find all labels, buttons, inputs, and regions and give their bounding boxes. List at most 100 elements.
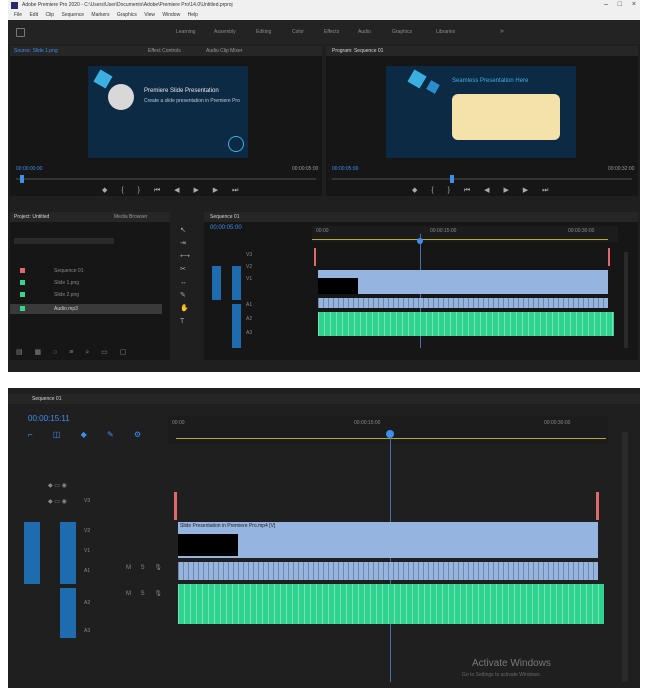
track-label: V3 (246, 252, 253, 258)
menu-window[interactable]: Window (162, 12, 180, 18)
menu-clip[interactable]: Clip (45, 12, 54, 18)
video-clip-v1[interactable] (178, 562, 598, 580)
source-scrubber[interactable] (16, 178, 316, 180)
activate-windows-title: Activate Windows (472, 658, 551, 669)
video-clip-v1[interactable] (318, 298, 608, 308)
project-search-input[interactable] (14, 238, 114, 244)
zoom-vertical-scrollbar[interactable] (622, 432, 628, 682)
workspace-editing[interactable]: Editing (256, 29, 271, 35)
source-patch-v1[interactable] (24, 522, 40, 584)
project-item[interactable]: Slide 1.png (54, 280, 79, 286)
workspace-effects[interactable]: Effects (324, 29, 339, 35)
workspace-audio[interactable]: Audio (358, 29, 371, 35)
tab-sequence[interactable]: Sequence 01 (210, 214, 239, 220)
audio-track-controls[interactable]: M S 🎙 (126, 590, 166, 597)
menu-view[interactable]: View (144, 12, 155, 18)
tool-icons[interactable]: ↖ ⇥ ⟷ ✂ ↔ ✎ ✋ T (180, 224, 190, 328)
track-target-a[interactable] (60, 588, 76, 638)
workspace-learning[interactable]: Learning (176, 29, 195, 35)
track-target-v[interactable] (60, 522, 76, 584)
menu-graphics[interactable]: Graphics (117, 12, 137, 18)
title-bar: Adobe Premiere Pro 2020 - C:\Users\User\… (8, 0, 640, 11)
track-label: A2 (246, 316, 253, 322)
hexagon-decoration-icon (93, 69, 113, 89)
premiere-logo-icon (11, 2, 18, 9)
project-item[interactable]: Sequence 01 (54, 268, 83, 274)
source-playhead[interactable] (20, 175, 24, 183)
timeline-top: Sequence 01 00:00:05:00 00:00 00:00:15:0… (204, 212, 638, 360)
track-toggle-icons[interactable]: ◆ ▭ ◉ ◆ ▭ ◉ (48, 478, 67, 510)
project-item[interactable]: Audio.mp3 (54, 306, 78, 312)
track-label: A2 (84, 600, 91, 606)
slide-subtitle: Create a slide presentation in Premiere … (144, 98, 240, 104)
menu-bar: File Edit Clip Sequence Markers Graphics… (8, 11, 640, 20)
menu-edit[interactable]: Edit (29, 12, 38, 18)
clip-thumbnail (318, 278, 358, 294)
workspace-libraries[interactable]: Libraries (436, 29, 455, 35)
zoom-timecode[interactable]: 00:00:15:11 (28, 414, 70, 423)
track-label: V2 (84, 528, 91, 534)
project-panel: Project: Untitled Media Browser Sequence… (10, 212, 170, 360)
window-title: Adobe Premiere Pro 2020 - C:\Users\User\… (22, 2, 233, 8)
source-transport-controls[interactable]: ◆ { } ⏮ ◀ ▶ ▶ ⏭ (102, 186, 244, 195)
out-point-marker[interactable] (608, 248, 610, 266)
video-clip-v2[interactable]: Slide Presentation in Premiere Pro.mp4 [… (178, 522, 598, 558)
program-playhead[interactable] (450, 175, 454, 183)
timeline-timecode[interactable]: 00:00:05:00 (210, 225, 242, 231)
text-box-shape (452, 94, 560, 140)
track-target-v[interactable] (232, 266, 241, 300)
selected-row[interactable] (10, 304, 162, 314)
out-point-marker[interactable] (596, 492, 599, 520)
tab-audio-mixer[interactable]: Audio Clip Mixer (206, 48, 242, 54)
source-monitor: Source: Slide 1.png Effect Controls Audi… (10, 46, 322, 196)
audio-clip-a1[interactable] (178, 584, 604, 624)
work-area-bar[interactable] (312, 239, 608, 240)
ruler-label: 00:00:30:00 (568, 228, 595, 234)
track-label: V2 (246, 264, 253, 270)
program-timecode[interactable]: 00:00:05:00 (332, 166, 358, 172)
timeline-ruler[interactable]: 00:00 00:00:15:00 00:00:30:00 (312, 226, 618, 242)
zoom-playhead[interactable] (386, 430, 394, 438)
program-scrubber[interactable] (332, 178, 632, 180)
tab-effect-controls[interactable]: Effect Controls (148, 48, 181, 54)
menu-markers[interactable]: Markers (91, 12, 109, 18)
track-target-a[interactable] (232, 304, 241, 348)
home-icon[interactable] (16, 28, 25, 37)
logo-circle-icon (108, 84, 134, 110)
timeline-playhead[interactable] (417, 238, 423, 244)
menu-file[interactable]: File (14, 12, 22, 18)
timeline-vertical-scrollbar[interactable] (624, 252, 628, 348)
timeline-tool-buttons[interactable]: ⌐ ◫ ◆ ✎ ⚙ (28, 430, 150, 439)
close-icon[interactable]: × (632, 1, 636, 8)
workspace-graphics[interactable]: Graphics (392, 29, 412, 35)
more-workspaces-icon[interactable]: » (500, 28, 504, 35)
project-footer-tools[interactable]: ▤ ▦ ○ ≡ ⌕ ▭ ▢ (16, 348, 131, 357)
work-area-bar[interactable] (176, 438, 606, 439)
hexagon-small-icon (426, 80, 440, 94)
image-label-swatch (20, 280, 25, 285)
workspace-color[interactable]: Color (292, 29, 304, 35)
tab-media-browser[interactable]: Media Browser (114, 214, 147, 220)
in-point-marker[interactable] (174, 492, 177, 520)
tab-project[interactable]: Project: Untitled (14, 214, 49, 220)
audio-clip-a1[interactable] (318, 312, 614, 336)
clip-thumbnail (178, 534, 238, 556)
ruler-label: 00:00:15:00 (354, 420, 381, 426)
video-clip-v2[interactable] (318, 270, 608, 294)
program-transport-controls[interactable]: ◆ { } ⏮ ◀ ▶ ▶ ⏭ (412, 186, 554, 195)
project-item[interactable]: Slide 2.png (54, 292, 79, 298)
tab-program[interactable]: Program: Sequence 01 (332, 48, 383, 54)
in-point-marker[interactable] (314, 248, 316, 266)
menu-help[interactable]: Help (188, 12, 198, 18)
source-timecode[interactable]: 00:00:00:00 (16, 166, 42, 172)
tab-sequence[interactable]: Sequence 01 (32, 396, 61, 402)
source-patch-v1[interactable] (212, 266, 221, 300)
menu-sequence[interactable]: Sequence (61, 12, 84, 18)
minimize-icon[interactable]: – (604, 1, 608, 8)
tab-source[interactable]: Source: Slide 1.png (14, 48, 58, 54)
audio-track-controls[interactable]: M S 🎙 (126, 564, 166, 571)
track-label: V1 (246, 276, 253, 282)
slide-title: Premiere Slide Presentation (144, 88, 219, 94)
maximize-icon[interactable]: □ (618, 1, 622, 8)
workspace-assembly[interactable]: Assembly (214, 29, 236, 35)
